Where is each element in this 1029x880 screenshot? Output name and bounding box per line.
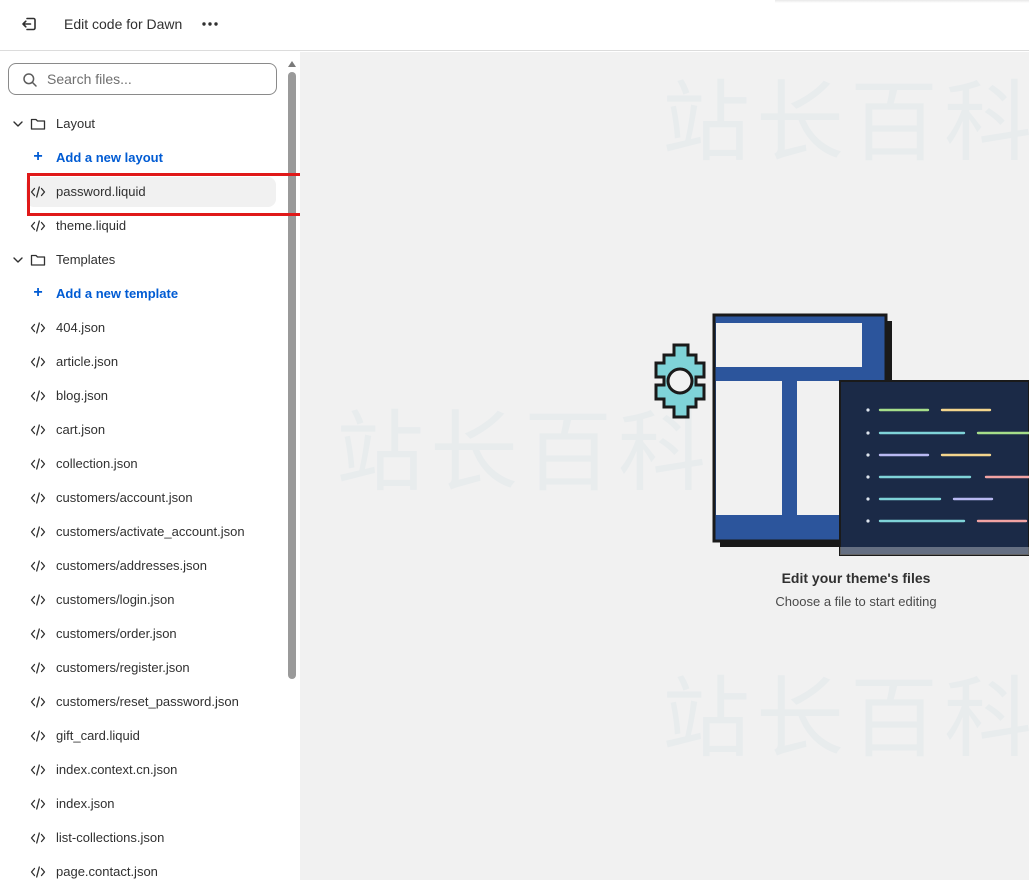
search-icon [23,73,37,87]
plus-icon: + [33,284,43,301]
file-item[interactable]: customers/order.json [0,617,284,651]
code-icon [30,560,46,572]
code-icon [30,764,46,776]
code-icon [30,220,46,232]
file-label: blog.json [56,388,109,403]
folder-icon [30,118,46,130]
file-label: collection.json [56,456,138,471]
file-label: index.json [56,796,115,811]
watermark: 站长百科 [662,71,1029,174]
file-item[interactable]: gift_card.liquid [0,719,284,753]
code-icon [30,832,46,844]
folder-label: Templates [56,252,116,267]
add-template-label: Add a new template [56,286,179,301]
file-label: customers/addresses.json [56,558,208,573]
top-edge-shadow [775,0,1029,3]
file-item[interactable]: index.context.cn.json [0,753,284,787]
search-box[interactable] [8,63,277,95]
add-layout-label: Add a new layout [56,150,163,165]
watermark: 站长百科 [662,667,1029,770]
empty-state-subtitle: Choose a file to start editing [775,594,937,609]
file-item[interactable]: customers/addresses.json [0,549,284,583]
code-icon [30,322,46,334]
more-actions-button[interactable] [199,13,221,35]
code-icon [30,866,46,878]
file-label: theme.liquid [56,218,127,233]
file-label: customers/reset_password.json [56,694,239,709]
file-label: customers/register.json [56,660,190,675]
add-template-button[interactable]: + Add a new template [0,277,284,311]
exit-button[interactable] [18,13,40,35]
code-icon [30,730,46,742]
folder-layout[interactable]: Layout [0,107,284,141]
highlight-annotation-box [27,173,313,216]
file-item[interactable]: cart.json [0,413,284,447]
file-label: 404.json [56,320,106,335]
file-item[interactable]: page.contact.json [0,855,284,880]
file-label: customers/order.json [56,626,177,641]
file-label: page.contact.json [56,864,158,879]
scroll-up-arrow-icon[interactable] [288,61,296,67]
file-item[interactable]: blog.json [0,379,284,413]
file-label: cart.json [56,422,106,437]
file-item[interactable]: list-collections.json [0,821,284,855]
page-title: Edit code for Dawn [64,16,183,32]
chevron-down-icon[interactable] [12,254,24,266]
code-icon [30,492,46,504]
file-item[interactable]: 404.json [0,311,284,345]
file-item[interactable]: customers/reset_password.json [0,685,284,719]
file-label: list-collections.json [56,830,165,845]
code-icon [30,594,46,606]
code-icon [30,390,46,402]
code-icon [30,798,46,810]
file-item[interactable]: article.json [0,345,284,379]
code-icon [30,424,46,436]
top-bar: Edit code for Dawn [0,0,1029,51]
empty-state-title: Edit your theme's files [781,570,931,586]
file-label: gift_card.liquid [56,728,140,743]
scrollbar-thumb[interactable] [288,72,296,679]
code-icon [30,662,46,674]
file-label: customers/account.json [56,490,193,505]
editor-area: 站长百科 站长百科 站长百科 Edit your theme's files C… [300,52,1029,880]
file-item[interactable]: collection.json [0,447,284,481]
file-item[interactable]: customers/register.json [0,651,284,685]
code-icon [30,696,46,708]
more-horizontal-icon [202,22,218,26]
file-label: customers/login.json [56,592,175,607]
code-icon [30,458,46,470]
search-input[interactable] [47,68,269,90]
empty-state-illustration [654,313,1029,556]
file-item[interactable]: index.json [0,787,284,821]
code-icon [30,628,46,640]
file-label: article.json [56,354,119,369]
folder-templates[interactable]: Templates [0,243,284,277]
folder-icon [30,254,46,266]
file-item[interactable]: customers/activate_account.json [0,515,284,549]
chevron-down-icon[interactable] [12,118,24,130]
file-label: index.context.cn.json [56,762,178,777]
file-label: customers/activate_account.json [56,524,245,539]
plus-icon: + [33,148,43,165]
code-icon [30,356,46,368]
code-icon [30,526,46,538]
file-item[interactable]: customers/account.json [0,481,284,515]
folder-label: Layout [56,116,96,131]
exit-icon [22,17,36,31]
file-item[interactable]: customers/login.json [0,583,284,617]
add-layout-button[interactable]: + Add a new layout [0,141,284,175]
